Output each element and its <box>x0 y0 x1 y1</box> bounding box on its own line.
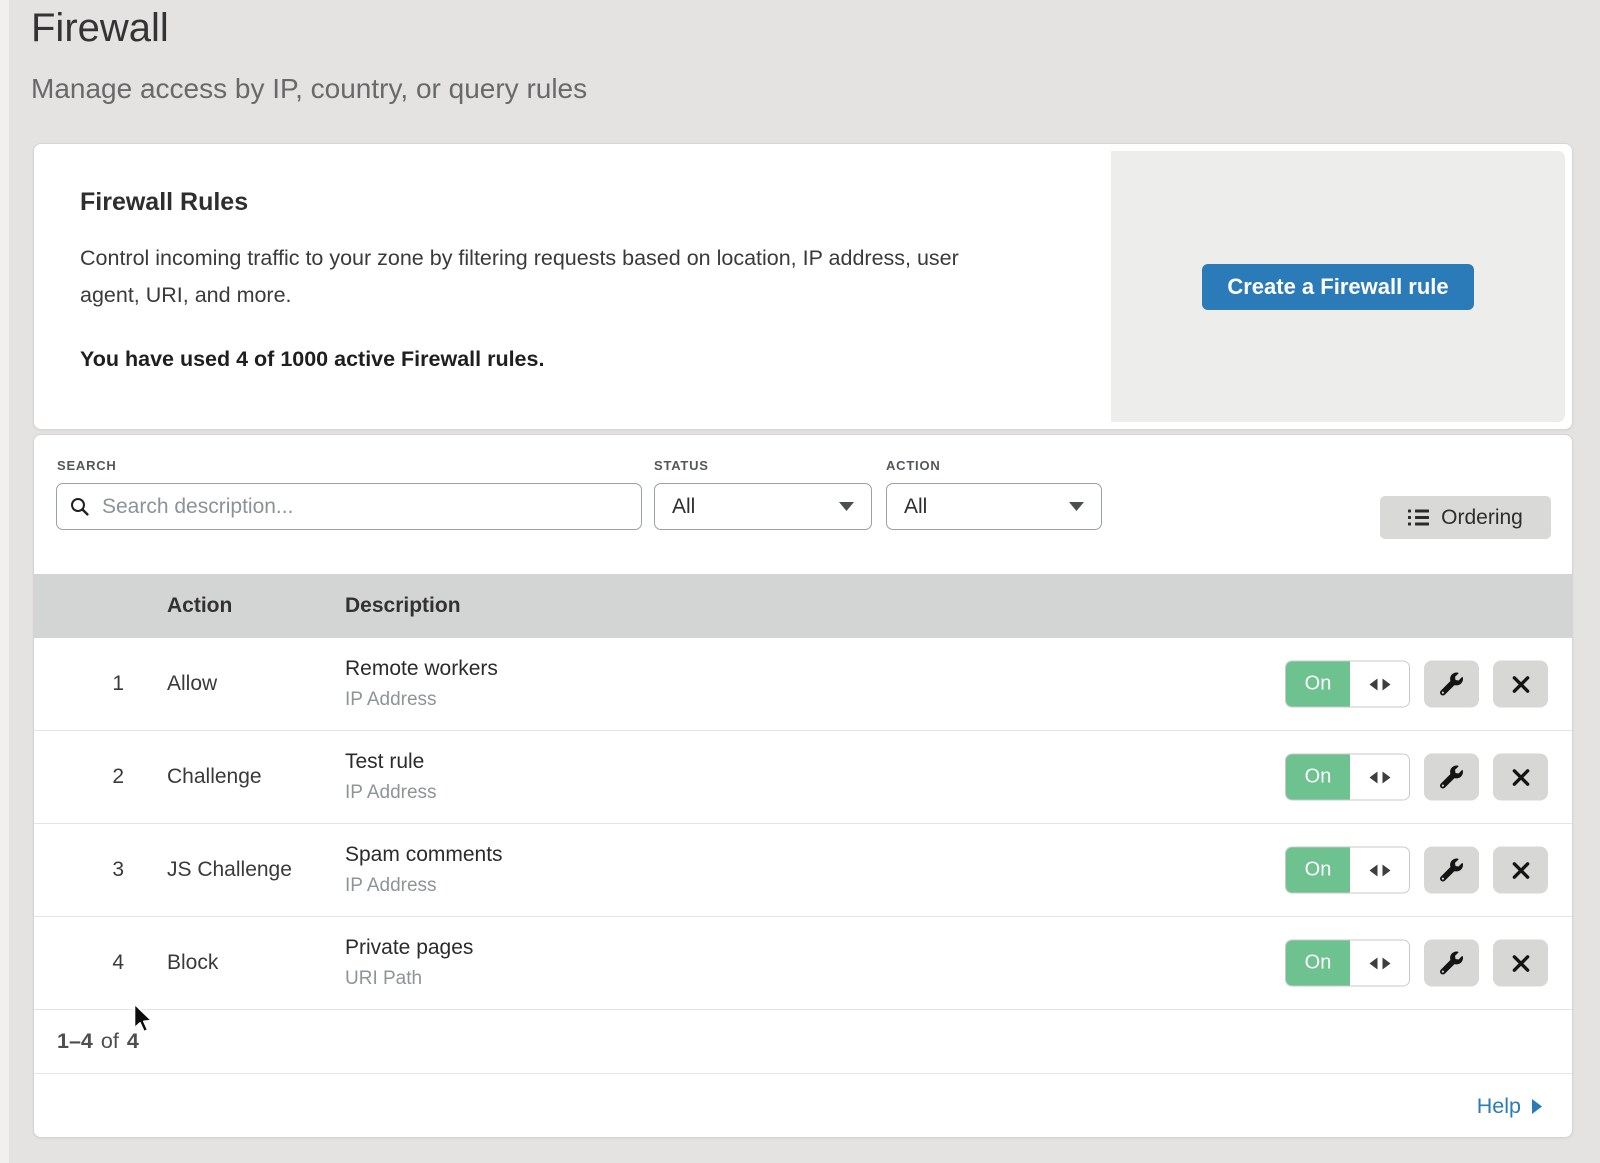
firewall-rules-list-card: SEARCH STATUS All ACTION All Ordering Ac… <box>33 434 1573 1138</box>
page-header: Firewall Manage access by IP, country, o… <box>31 6 587 105</box>
delete-rule-button[interactable] <box>1493 847 1548 894</box>
edit-rule-button[interactable] <box>1424 754 1479 801</box>
firewall-rules-heading: Firewall Rules <box>80 188 1024 217</box>
rule-action: Allow <box>167 672 217 696</box>
table-row: 3 JS Challenge Spam comments IP Address … <box>34 824 1572 917</box>
rule-number: 3 <box>64 858 124 882</box>
rule-description: Remote workers <box>345 657 498 681</box>
rule-action: Challenge <box>167 765 262 789</box>
pagination: 1–4 of 4 <box>34 1010 1572 1074</box>
rule-description-cell: Private pages URI Path <box>345 936 473 990</box>
help-link[interactable]: Help <box>1477 1094 1542 1119</box>
table-row: 4 Block Private pages URI Path On <box>34 917 1572 1010</box>
edit-rule-button[interactable] <box>1424 940 1479 987</box>
rule-controls: On <box>1285 940 1548 987</box>
left-right-arrows-icon[interactable] <box>1350 941 1409 986</box>
rule-controls: On <box>1285 661 1548 708</box>
firewall-rules-card: Firewall Rules Control incoming traffic … <box>33 143 1573 430</box>
toggle-on-label[interactable]: On <box>1286 941 1350 986</box>
ordered-list-icon <box>1408 509 1429 526</box>
create-firewall-rule-button[interactable]: Create a Firewall rule <box>1202 264 1473 310</box>
search-input[interactable] <box>100 494 628 520</box>
firewall-rules-usage: You have used 4 of 1000 active Firewall … <box>80 347 1024 372</box>
ordering-button-label: Ordering <box>1441 506 1523 530</box>
rule-action: Block <box>167 951 218 975</box>
delete-rule-button[interactable] <box>1493 754 1548 801</box>
pagination-range: 1–4 <box>57 1029 93 1054</box>
rule-enabled-toggle[interactable]: On <box>1285 847 1410 894</box>
rule-enabled-toggle[interactable]: On <box>1285 661 1410 708</box>
rule-description-cell: Remote workers IP Address <box>345 657 498 711</box>
toggle-on-label[interactable]: On <box>1286 755 1350 800</box>
rule-match-type: URI Path <box>345 968 473 990</box>
rule-match-type: IP Address <box>345 689 498 711</box>
firewall-rules-description: Control incoming traffic to your zone by… <box>80 240 1024 314</box>
action-label: ACTION <box>886 458 941 473</box>
rule-number: 1 <box>64 672 124 696</box>
ordering-button[interactable]: Ordering <box>1380 496 1551 539</box>
close-icon <box>1511 674 1531 694</box>
rule-match-type: IP Address <box>345 782 437 804</box>
wrench-icon <box>1440 673 1463 696</box>
rule-description: Spam comments <box>345 843 503 867</box>
search-box <box>56 483 642 530</box>
help-row: Help <box>34 1074 1572 1138</box>
column-header-action: Action <box>167 574 232 638</box>
status-select[interactable]: All <box>654 483 872 530</box>
rule-description-cell: Test rule IP Address <box>345 750 437 804</box>
wrench-icon <box>1440 952 1463 975</box>
firewall-rules-info: Firewall Rules Control incoming traffic … <box>34 144 1024 372</box>
arrow-right-icon <box>1531 1099 1542 1114</box>
rule-number: 4 <box>64 951 124 975</box>
action-select[interactable]: All <box>886 483 1102 530</box>
edit-rule-button[interactable] <box>1424 661 1479 708</box>
wrench-icon <box>1440 859 1463 882</box>
action-select-value: All <box>904 495 927 519</box>
caret-down-icon <box>839 502 854 511</box>
status-select-value: All <box>672 495 695 519</box>
edit-rule-button[interactable] <box>1424 847 1479 894</box>
search-label: SEARCH <box>57 458 117 473</box>
rule-action: JS Challenge <box>167 858 292 882</box>
table-row: 1 Allow Remote workers IP Address On <box>34 638 1572 731</box>
close-icon <box>1511 767 1531 787</box>
close-icon <box>1511 953 1531 973</box>
rule-match-type: IP Address <box>345 875 503 897</box>
close-icon <box>1511 860 1531 880</box>
left-right-arrows-icon[interactable] <box>1350 755 1409 800</box>
toggle-on-label[interactable]: On <box>1286 662 1350 707</box>
rule-number: 2 <box>64 765 124 789</box>
delete-rule-button[interactable] <box>1493 940 1548 987</box>
search-icon <box>70 497 90 517</box>
page-title: Firewall <box>31 6 587 51</box>
help-link-label: Help <box>1477 1094 1521 1119</box>
left-right-arrows-icon[interactable] <box>1350 662 1409 707</box>
page-left-strip <box>0 0 9 1163</box>
toggle-on-label[interactable]: On <box>1286 848 1350 893</box>
wrench-icon <box>1440 766 1463 789</box>
rule-description: Test rule <box>345 750 437 774</box>
table-header: Action Description <box>34 574 1572 638</box>
column-header-description: Description <box>345 574 461 638</box>
status-label: STATUS <box>654 458 709 473</box>
rules-table-body: 1 Allow Remote workers IP Address On <box>34 638 1572 1010</box>
rule-controls: On <box>1285 847 1548 894</box>
rule-description-cell: Spam comments IP Address <box>345 843 503 897</box>
left-right-arrows-icon[interactable] <box>1350 848 1409 893</box>
pagination-of: of <box>101 1029 119 1054</box>
rule-controls: On <box>1285 754 1548 801</box>
create-rule-panel: Create a Firewall rule <box>1111 151 1565 422</box>
table-row: 2 Challenge Test rule IP Address On <box>34 731 1572 824</box>
delete-rule-button[interactable] <box>1493 661 1548 708</box>
caret-down-icon <box>1069 502 1084 511</box>
rule-description: Private pages <box>345 936 473 960</box>
rule-enabled-toggle[interactable]: On <box>1285 754 1410 801</box>
pagination-total: 4 <box>127 1029 139 1054</box>
rule-enabled-toggle[interactable]: On <box>1285 940 1410 987</box>
page-subtitle: Manage access by IP, country, or query r… <box>31 73 587 105</box>
